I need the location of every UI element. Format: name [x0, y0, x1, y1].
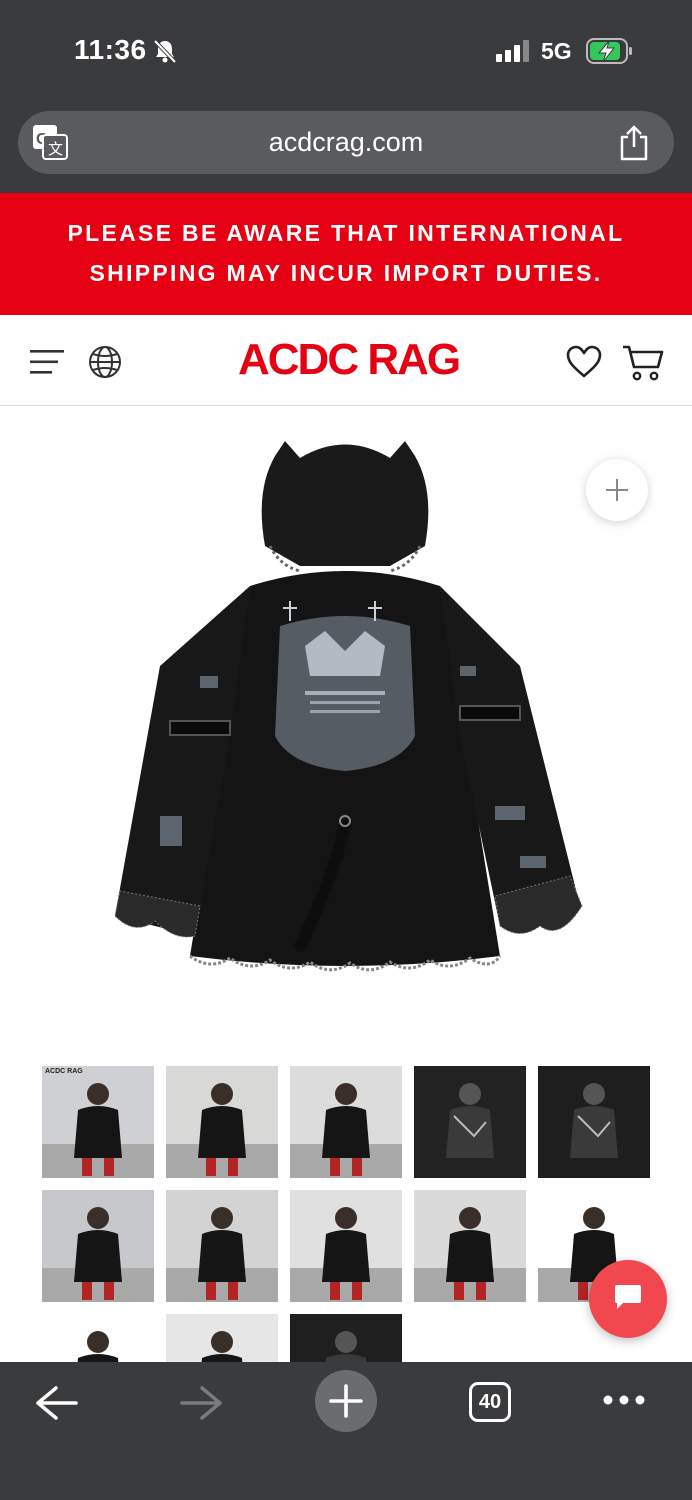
signal-icon — [496, 40, 529, 62]
address-bar[interactable]: G 文 acdcrag.com — [18, 111, 674, 174]
product-thumbnail[interactable] — [166, 1314, 278, 1362]
product-thumbnail[interactable]: ACDC RAG — [42, 1066, 154, 1178]
product-thumbnail[interactable] — [166, 1066, 278, 1178]
more-options-icon[interactable] — [602, 1392, 646, 1408]
cart-icon[interactable] — [622, 343, 664, 383]
zoom-button[interactable] — [586, 459, 648, 521]
status-time: 11:36 — [74, 34, 147, 65]
plus-icon — [329, 1384, 363, 1418]
menu-icon[interactable] — [30, 349, 64, 375]
status-and-url-area: 11:36 5G G 文 acdcrag.com — [0, 0, 692, 193]
product-thumbnail[interactable] — [290, 1314, 402, 1362]
share-icon[interactable] — [618, 125, 650, 161]
new-tab-button[interactable] — [315, 1370, 377, 1432]
product-thumbnail[interactable] — [166, 1190, 278, 1302]
product-thumbnail[interactable] — [290, 1190, 402, 1302]
product-main-image[interactable] — [100, 436, 590, 988]
product-thumbnail[interactable] — [414, 1190, 526, 1302]
back-arrow-icon[interactable] — [34, 1384, 78, 1422]
chat-bubble-icon — [615, 1285, 641, 1309]
forward-arrow-icon[interactable] — [180, 1384, 224, 1422]
product-thumbnail[interactable] — [414, 1066, 526, 1178]
notice-line-2: SHIPPING MAY INCUR IMPORT DUTIES. — [89, 260, 603, 286]
chat-button[interactable] — [589, 1260, 667, 1338]
product-thumbnail[interactable] — [42, 1190, 154, 1302]
browser-toolbar: 40 — [0, 1362, 692, 1500]
product-thumbnail[interactable] — [290, 1066, 402, 1178]
tab-count-button[interactable]: 40 — [469, 1382, 511, 1422]
product-thumbnail[interactable] — [538, 1066, 650, 1178]
site-logo[interactable]: ACDC RAG — [238, 335, 461, 385]
product-thumbnail-grid: ACDC RAG — [42, 1066, 662, 1362]
network-type: 5G — [541, 38, 572, 64]
product-thumbnail[interactable] — [42, 1314, 154, 1362]
wishlist-heart-icon[interactable] — [566, 345, 602, 379]
thumbnail-brand-tag: ACDC RAG — [45, 1068, 83, 1075]
notice-line-1: PLEASE BE AWARE THAT INTERNATIONAL — [67, 220, 625, 246]
site-header: ACDC RAG — [0, 315, 692, 406]
import-duties-notice: PLEASE BE AWARE THAT INTERNATIONAL SHIPPI… — [0, 193, 692, 315]
bell-muted-icon — [153, 39, 177, 64]
url-text[interactable]: acdcrag.com — [18, 127, 674, 158]
globe-icon[interactable] — [88, 345, 122, 379]
battery-charging-icon — [586, 38, 632, 64]
